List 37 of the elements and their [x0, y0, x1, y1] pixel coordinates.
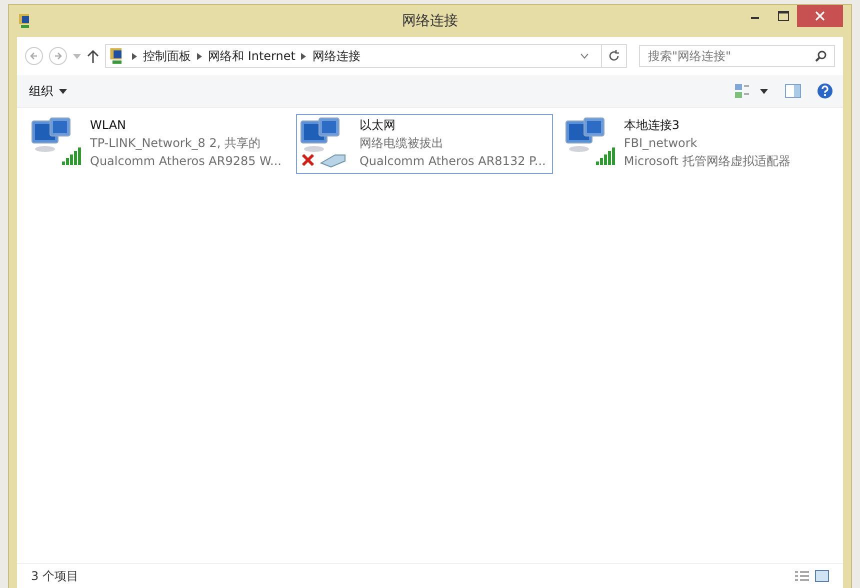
right-arrow-icon [53, 51, 63, 61]
search-icon [815, 50, 827, 62]
close-button[interactable] [797, 5, 843, 27]
view-options-icon[interactable] [735, 84, 769, 98]
connection-status: TP-LINK_Network_8 2, 共享的 [90, 135, 262, 151]
connection-name: 本地连接3 [624, 117, 680, 133]
adapter-name: Qualcomm Atheros AR8132 P... [359, 153, 546, 169]
preview-pane-icon[interactable] [785, 84, 801, 98]
chevron-icon [132, 52, 137, 60]
left-arrow-icon [29, 51, 39, 61]
adapter-name: Qualcomm Atheros AR9285 W... [90, 153, 282, 169]
network-connection-item[interactable]: 以太网 网络电缆被拔出 Qualcomm Atheros AR8132 P... [296, 114, 553, 174]
breadcrumb[interactable]: 网络连接 [312, 48, 360, 64]
refresh-icon [608, 50, 620, 62]
close-icon [815, 11, 825, 21]
network-connection-item[interactable]: 本地连接3 FBI_network Microsoft 托管网络虚拟适配器 [560, 114, 809, 174]
connection-name: WLAN [90, 117, 128, 133]
details-view-icon[interactable] [795, 570, 809, 582]
breadcrumb[interactable]: 控制面板 [143, 48, 191, 64]
help-icon[interactable] [817, 83, 833, 99]
item-count: 3 个项目 [31, 568, 78, 584]
maximize-icon [778, 11, 788, 21]
chevron-icon [301, 52, 306, 60]
adapter-name: Microsoft 托管网络虚拟适配器 [624, 153, 790, 169]
up-arrow-icon[interactable] [87, 49, 99, 63]
organize-menu[interactable]: 组织 [27, 80, 69, 102]
address-bar[interactable]: 控制面板 网络和 Internet 网络连接 [105, 44, 627, 68]
connection-name: 以太网 [359, 117, 396, 133]
chevron-icon [197, 52, 202, 60]
connection-status: FBI_network [624, 135, 698, 151]
window-title: 网络连接 [402, 12, 458, 30]
caret-icon [59, 88, 67, 94]
large-icons-view-icon[interactable] [815, 570, 829, 582]
search-field[interactable]: 搜索"网络连接" [639, 45, 835, 67]
connection-status: 网络电缆被拔出 [359, 135, 444, 151]
network-connection-item[interactable]: WLAN TP-LINK_Network_8 2, 共享的 Qualcomm Atheros AR9285 W... [27, 114, 288, 174]
breadcrumb[interactable]: 网络和 Internet [208, 48, 296, 64]
